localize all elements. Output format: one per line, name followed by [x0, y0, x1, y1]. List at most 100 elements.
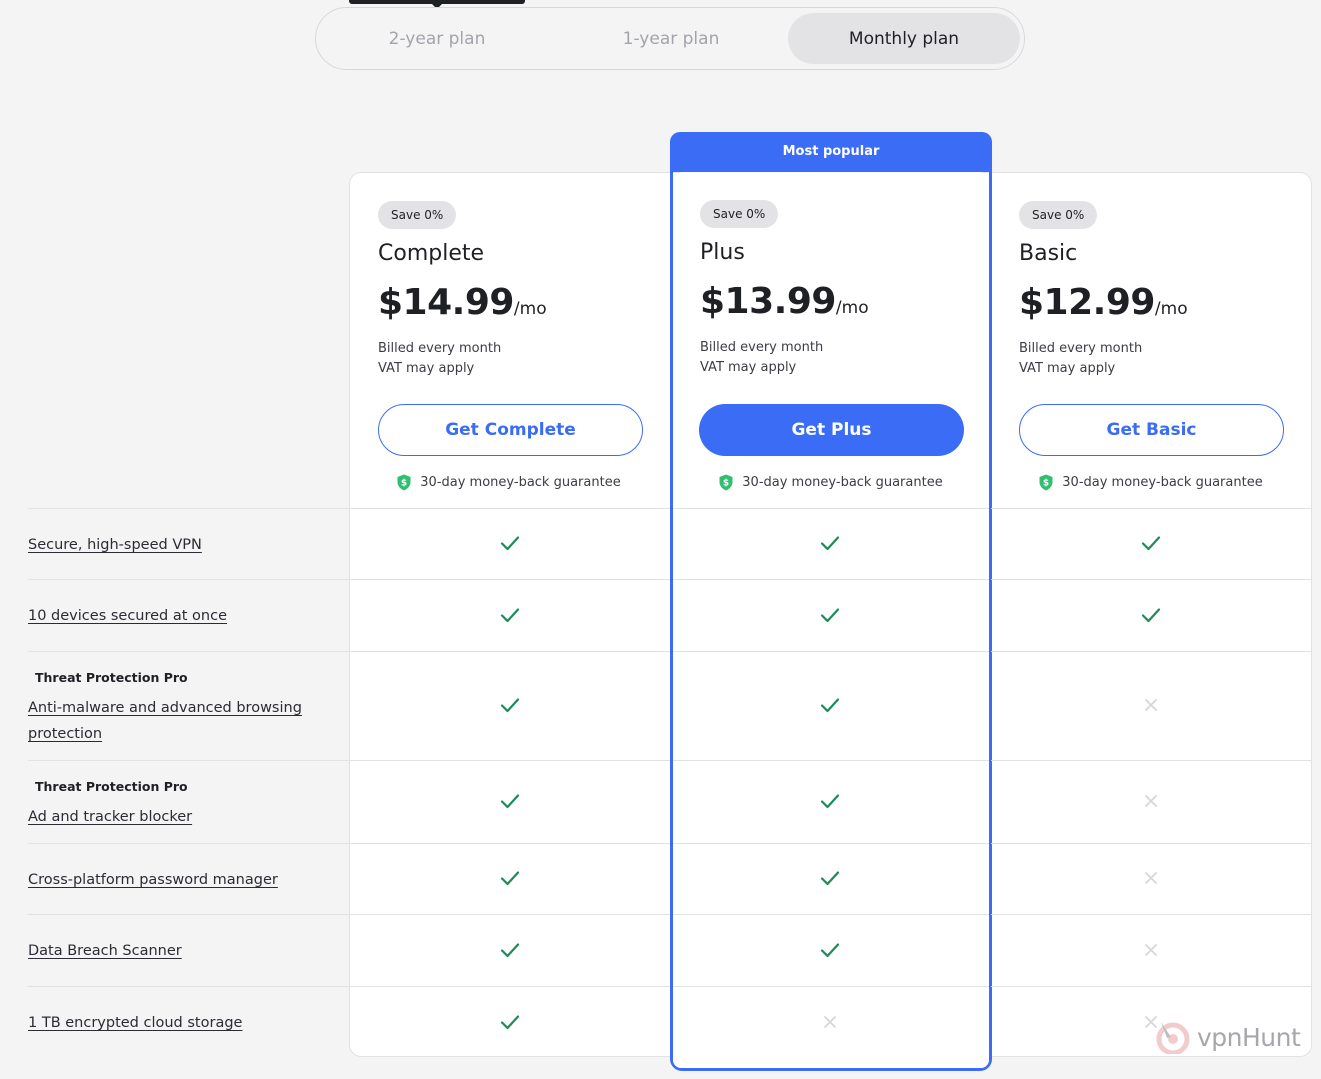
money-back-guarantee: $ 30-day money-back guarantee: [991, 474, 1311, 491]
row-divider: [28, 651, 670, 652]
price-period: /mo: [1154, 299, 1188, 319]
row-divider: [673, 760, 989, 761]
price-period: /mo: [835, 298, 869, 318]
save-badge: Save 0%: [378, 201, 457, 229]
shield-dollar-icon: $: [719, 474, 733, 491]
row-divider: [28, 914, 670, 915]
row-divider: [673, 651, 989, 652]
row-divider: [991, 914, 1312, 915]
row-divider: [991, 651, 1312, 652]
most-popular-banner: Most popular: [670, 132, 992, 172]
check-icon: [500, 871, 520, 886]
feature-row-anti-malware: Threat Protection Pro Anti-malware and a…: [28, 670, 328, 747]
watermark-text: vpnHunt: [1197, 1022, 1301, 1052]
check-icon: [820, 608, 840, 623]
plan-name: Plus: [700, 240, 745, 265]
vat-note: VAT may apply: [700, 360, 797, 375]
plan-price: $13.99/mo: [700, 281, 869, 322]
row-divider: [673, 579, 989, 580]
feature-row-vpn: Secure, high-speed VPN: [28, 532, 202, 558]
row-divider: [991, 843, 1312, 844]
row-divider: [673, 914, 989, 915]
check-icon: [820, 698, 840, 713]
vat-note: VAT may apply: [1019, 361, 1116, 376]
price-period: /mo: [513, 299, 547, 319]
cross-icon: [1145, 872, 1157, 884]
feature-row-breach-scanner: Data Breach Scanner: [28, 938, 182, 964]
row-divider: [991, 760, 1312, 761]
row-divider: [28, 579, 670, 580]
target-logo-icon: [1156, 1022, 1190, 1054]
vpnhunt-watermark: vpnHunt: [1153, 1020, 1301, 1054]
check-icon: [500, 794, 520, 809]
guarantee-text: 30-day money-back guarantee: [1062, 475, 1263, 490]
row-divider: [991, 508, 1312, 509]
plan-card-complete: Save 0% Complete $14.99/mo Billed every …: [349, 172, 669, 508]
row-divider: [28, 986, 670, 987]
feature-sublabel: Threat Protection Pro: [35, 670, 188, 685]
billing-info: Billed every month VAT may apply: [1019, 339, 1142, 379]
check-icon: [820, 536, 840, 551]
feature-label-link[interactable]: Anti-malware and advanced browsing prote…: [28, 695, 328, 747]
get-complete-button[interactable]: Get Complete: [378, 404, 643, 456]
toggle-option-1-year[interactable]: 1-year plan: [555, 13, 787, 64]
cross-icon: [824, 1016, 836, 1028]
cross-icon: [1145, 944, 1157, 956]
billing-frequency: Billed every month: [378, 341, 502, 356]
row-divider: [673, 843, 989, 844]
feature-label-link[interactable]: 10 devices secured at once: [28, 603, 227, 629]
billing-info: Billed every month VAT may apply: [700, 338, 823, 378]
save-badge: Save 0%: [1019, 201, 1098, 229]
check-icon: [820, 794, 840, 809]
row-divider: [991, 986, 1312, 987]
cross-icon: [1145, 795, 1157, 807]
plan-name: Basic: [1019, 241, 1078, 266]
check-icon: [820, 943, 840, 958]
shield-dollar-icon: $: [1039, 474, 1053, 491]
check-icon: [1141, 608, 1161, 623]
check-icon: [500, 943, 520, 958]
svg-text:$: $: [723, 479, 729, 489]
check-icon: [500, 1015, 520, 1030]
check-icon: [500, 536, 520, 551]
billing-period-toggle: 2-year plan 1-year plan Monthly plan: [315, 7, 1025, 70]
plan-card-basic: Save 0% Basic $12.99/mo Billed every mon…: [990, 172, 1310, 508]
feature-label-link[interactable]: Secure, high-speed VPN: [28, 532, 202, 558]
feature-label-link[interactable]: Data Breach Scanner: [28, 938, 182, 964]
get-plus-button[interactable]: Get Plus: [699, 404, 964, 456]
svg-text:$: $: [1043, 479, 1049, 489]
feature-row-ad-blocker: Threat Protection Pro Ad and tracker blo…: [28, 779, 192, 830]
cross-icon: [1145, 699, 1157, 711]
plan-card-plus: Save 0% Plus $13.99/mo Billed every mont…: [670, 172, 990, 508]
plan-name: Complete: [378, 241, 485, 266]
price-amount: $14.99: [378, 282, 514, 323]
row-divider: [673, 986, 989, 987]
check-icon: [820, 871, 840, 886]
money-back-guarantee: $ 30-day money-back guarantee: [349, 474, 669, 491]
row-divider: [28, 760, 670, 761]
row-divider: [28, 843, 670, 844]
row-divider: [673, 508, 989, 509]
feature-label-link[interactable]: 1 TB encrypted cloud storage: [28, 1010, 242, 1036]
billing-frequency: Billed every month: [700, 340, 824, 355]
toggle-option-2-year[interactable]: 2-year plan: [321, 13, 553, 64]
svg-text:$: $: [401, 479, 407, 489]
toggle-option-monthly[interactable]: Monthly plan: [788, 13, 1020, 64]
shield-dollar-icon: $: [397, 474, 411, 491]
check-icon: [500, 608, 520, 623]
row-divider: [28, 508, 670, 509]
plan-price: $12.99/mo: [1019, 282, 1188, 323]
feature-sublabel: Threat Protection Pro: [35, 779, 188, 794]
save-badge: Save 0%: [700, 200, 779, 228]
feature-label-link[interactable]: Cross-platform password manager: [28, 867, 278, 893]
check-icon: [1141, 536, 1161, 551]
feature-label-link[interactable]: Ad and tracker blocker: [28, 804, 192, 830]
feature-row-cloud-storage: 1 TB encrypted cloud storage: [28, 1010, 242, 1036]
get-basic-button[interactable]: Get Basic: [1019, 404, 1284, 456]
billing-info: Billed every month VAT may apply: [378, 339, 501, 379]
feature-row-password-manager: Cross-platform password manager: [28, 867, 278, 893]
money-back-guarantee: $ 30-day money-back guarantee: [671, 474, 991, 491]
check-icon: [500, 698, 520, 713]
row-divider: [991, 579, 1312, 580]
price-amount: $13.99: [700, 281, 836, 322]
